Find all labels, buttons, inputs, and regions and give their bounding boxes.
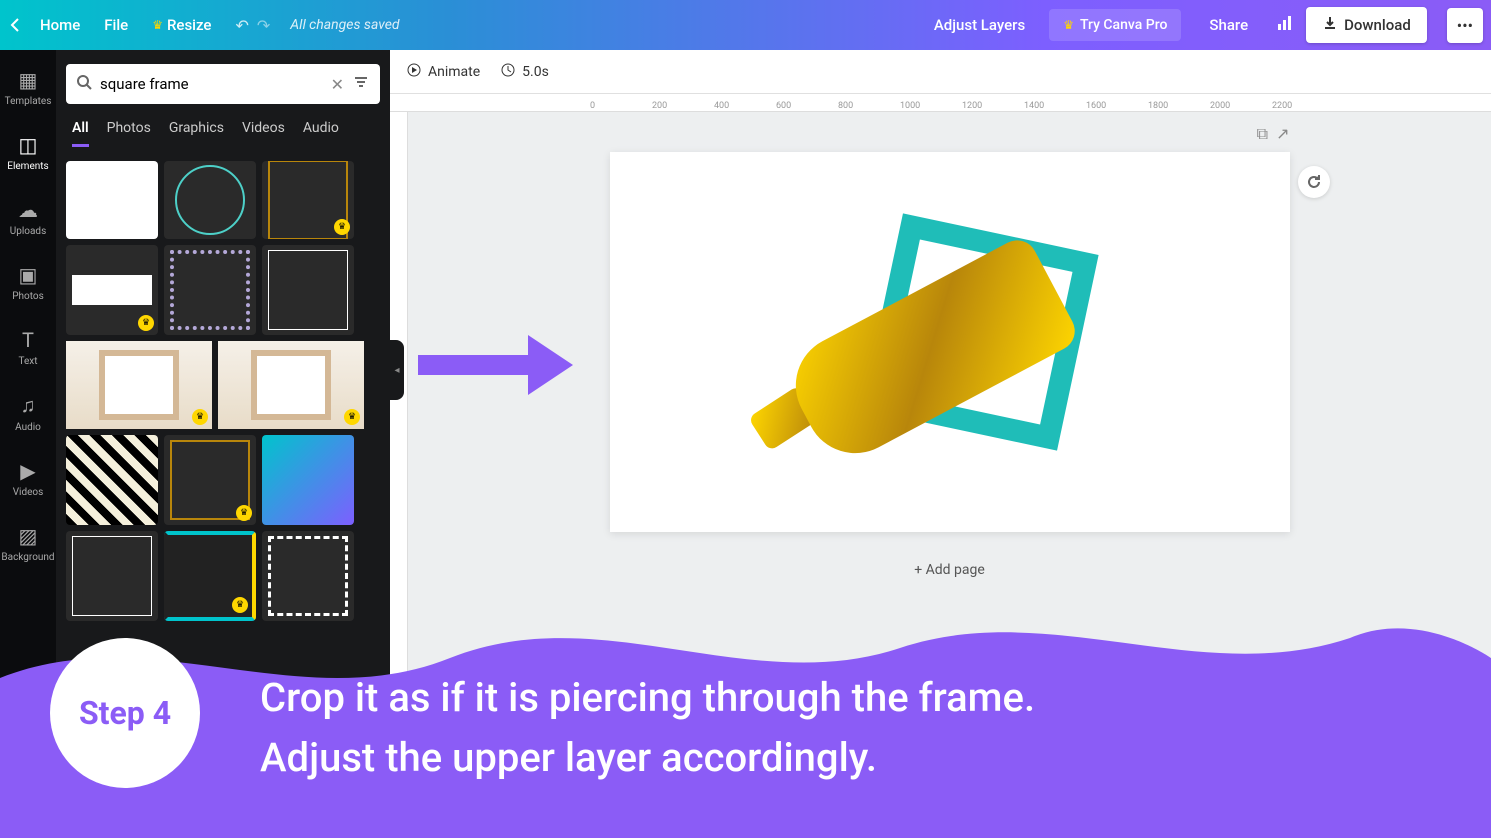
thumb-photo-frame-1[interactable]: ♛ <box>66 341 212 429</box>
photos-icon: ▣ <box>19 263 38 287</box>
rail-text[interactable]: T Text <box>18 328 37 367</box>
refresh-button[interactable] <box>1298 166 1330 198</box>
thumb-circle[interactable] <box>164 161 256 239</box>
canvas-page[interactable]: ⧉ ↗ <box>610 152 1290 532</box>
tutorial-arrow <box>408 320 578 414</box>
thumb-stripes[interactable] <box>66 435 158 525</box>
undo-icon[interactable]: ↶ <box>235 16 248 35</box>
share-page-icon[interactable]: ↗ <box>1276 124 1289 144</box>
rail-uploads[interactable]: ☁ Uploads <box>10 198 46 237</box>
crown-icon: ♛ <box>334 219 350 235</box>
saved-status: All changes saved <box>290 17 399 33</box>
thumb-gold-corner[interactable]: ♛ <box>164 435 256 525</box>
download-button[interactable]: Download <box>1306 7 1427 43</box>
search-input[interactable] <box>100 75 323 93</box>
crown-icon: ♛ <box>1063 18 1074 32</box>
tutorial-overlay: Step 4 Crop it as if it is piercing thro… <box>0 598 1491 838</box>
filter-tabs: All Photos Graphics Videos Audio <box>66 120 380 147</box>
clear-icon[interactable]: ✕ <box>331 75 344 94</box>
thumb-gold-border[interactable]: ♛ <box>262 161 354 239</box>
crown-icon: ♛ <box>236 505 252 521</box>
search-box[interactable]: ✕ <box>66 64 380 104</box>
download-icon <box>1322 15 1338 35</box>
crown-icon: ♛ <box>192 409 208 425</box>
templates-icon: ▦ <box>19 68 38 92</box>
rail-audio[interactable]: ♫ Audio <box>15 393 41 433</box>
tab-all[interactable]: All <box>72 120 89 147</box>
tab-graphics[interactable]: Graphics <box>169 120 224 147</box>
file-button[interactable]: File <box>92 8 140 42</box>
duration-button[interactable]: 5.0s <box>500 62 549 82</box>
try-pro-button[interactable]: ♛ Try Canva Pro <box>1049 9 1181 41</box>
videos-icon: ▶ <box>20 459 35 483</box>
resize-button[interactable]: ♛ Resize <box>140 8 223 42</box>
background-icon: ▨ <box>19 524 38 548</box>
step-badge: Step 4 <box>50 638 200 788</box>
tutorial-text: Crop it as if it is piercing through the… <box>260 668 1035 788</box>
filter-icon[interactable] <box>352 73 370 95</box>
crown-icon: ♛ <box>344 409 360 425</box>
crown-icon: ♛ <box>138 315 154 331</box>
elements-icon: ◫ <box>19 133 38 157</box>
adjust-layers-button[interactable]: Adjust Layers <box>922 8 1037 42</box>
uploads-icon: ☁ <box>18 198 38 222</box>
home-button[interactable]: Home <box>28 8 92 42</box>
tab-photos[interactable]: Photos <box>107 120 151 147</box>
audio-icon: ♫ <box>20 393 35 418</box>
thumb-white-line[interactable] <box>262 245 354 335</box>
thumb-gradient[interactable] <box>262 435 354 525</box>
context-bar: Animate 5.0s <box>390 50 1491 94</box>
rail-templates[interactable]: ▦ Templates <box>5 68 52 107</box>
share-button[interactable]: Share <box>1193 8 1264 42</box>
rail-videos[interactable]: ▶ Videos <box>13 459 44 498</box>
more-button[interactable]: ••• <box>1447 8 1483 43</box>
search-icon <box>76 74 92 94</box>
clock-icon <box>500 62 516 82</box>
thumb-floral[interactable] <box>164 245 256 335</box>
rail-background[interactable]: ▨ Background <box>1 524 54 563</box>
add-page-button[interactable]: + Add page <box>914 562 985 578</box>
top-bar: Home File ♛ Resize ↶ ↷ All changes saved… <box>0 0 1491 50</box>
back-icon[interactable] <box>8 17 24 33</box>
ruler-horizontal: 0 200 400 600 800 1000 1200 1400 1600 18… <box>390 94 1491 112</box>
animate-icon <box>406 62 422 82</box>
thumb-white-square[interactable] <box>66 161 158 239</box>
thumb-brush[interactable]: ♛ <box>66 245 158 335</box>
redo-icon[interactable]: ↷ <box>257 16 270 35</box>
text-icon: T <box>22 328 34 352</box>
rail-photos[interactable]: ▣ Photos <box>12 263 44 302</box>
animate-button[interactable]: Animate <box>406 62 480 82</box>
crown-icon: ♛ <box>152 18 163 32</box>
panel-collapse-handle[interactable]: ◂ <box>390 340 404 400</box>
tab-audio[interactable]: Audio <box>303 120 339 147</box>
thumb-photo-frame-2[interactable]: ♛ <box>218 341 364 429</box>
tab-videos[interactable]: Videos <box>242 120 285 147</box>
results-grid: ♛ ♛ ♛ ♛ ♛ ♛ <box>66 161 380 621</box>
rail-elements[interactable]: ◫ Elements <box>7 133 48 172</box>
design-content[interactable] <box>790 192 1110 492</box>
chart-icon[interactable] <box>1276 14 1294 36</box>
duplicate-page-icon[interactable]: ⧉ <box>1257 124 1268 144</box>
